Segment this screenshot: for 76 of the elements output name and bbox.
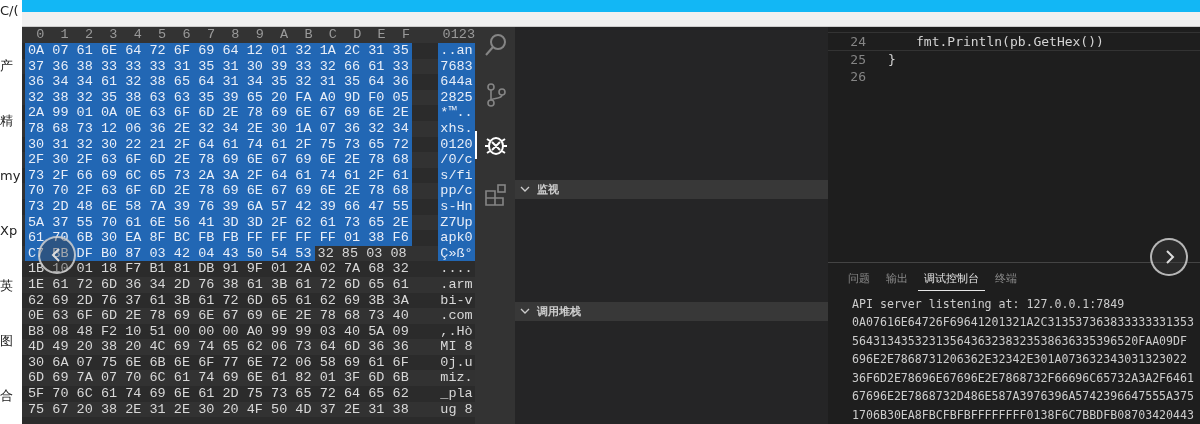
column-header: E [376, 27, 387, 43]
ascii-text: miz. [439, 370, 474, 387]
hex-bytes: 1E 61 72 6D 36 34 2D 76 38 61 3B 61 72 6D 65 61 [27, 276, 410, 293]
hex-bytes: 30 6A 07 75 6E 6B 6E 6F 77 6E 72 06 58 69 61 6F [27, 354, 410, 371]
panel-tab[interactable]: 输出 [880, 270, 914, 291]
console-line: 1706B30EA8FBCFBFBFFFFFFFF0138F6C7BBDFB08703420443 [852, 406, 1196, 424]
hex-bytes: B8 08 48 F2 10 51 00 00 00 A0 99 99 03 40 5A 09 [27, 323, 410, 340]
ascii-text: ..an [438, 43, 475, 59]
hex-bytes: 0A 07 61 6E 64 72 6F 69 64 12 01 32 1A 2C 31 35 [25, 43, 412, 59]
section-header[interactable]: 调用堆栈 [515, 302, 828, 321]
column-header: B [303, 27, 314, 43]
section-header[interactable]: 监视 [515, 180, 828, 199]
cut-off-text: 图 [0, 332, 14, 349]
column-header: 6 [181, 27, 192, 43]
hex-bytes: 75 67 20 38 2E 31 2E 30 20 4F 50 4D 37 2E 31 38 [27, 401, 410, 418]
column-header: 1 [59, 27, 70, 43]
console-line: 0A07616E64726F69641201321A2C313537363833333331353 [852, 314, 1196, 331]
hex-bytes: 2A 99 01 0A 0E 63 6F 6D 2E 78 69 6E 67 69 6E 2E [25, 105, 412, 121]
column-header: 0 [35, 27, 46, 43]
column-header: 9 [254, 27, 265, 43]
ascii-text: /0/c [438, 152, 475, 168]
column-header: A [279, 27, 290, 43]
ascii-text: 0j.u [439, 354, 474, 371]
console-line: 696E2E7868731206362E32342E301A073632343031323022 [852, 351, 1189, 368]
ascii-text: MI 8 [439, 339, 474, 355]
console-line: 36F6D2E78696E67696E2E7868732F66696C65732A3A2F6461 [852, 369, 1196, 387]
hex-bytes: 0E 63 6F 6D 2E 78 69 6E 67 69 6E 2E 78 68 73 40 [27, 308, 410, 324]
cut-off-text: 精 [0, 112, 14, 129]
column-header: 3 [108, 27, 119, 43]
line-number: 26 [849, 68, 866, 85]
cut-off-text: Xp [0, 222, 19, 239]
hex-bytes: 5F 70 6C 61 74 69 6E 61 2D 75 73 65 72 64 65 62 [27, 386, 410, 402]
column-header: 4 [132, 27, 143, 43]
cut-off-text: C/( [0, 2, 20, 19]
ascii-text: apk0 [438, 230, 475, 246]
hex-bytes: 36 34 34 61 32 38 65 64 31 34 35 32 31 35 64 36 [25, 74, 412, 90]
code-line: fmt.Println(pb.GetHex()) [916, 33, 1104, 50]
panel-tab[interactable]: 调试控制台 [918, 270, 985, 291]
column-header: 2 [83, 27, 95, 43]
panel-tab[interactable]: 终端 [989, 270, 1023, 291]
column-header: 7 [205, 27, 216, 43]
ascii-text: .com [439, 308, 474, 324]
column-header: D [352, 27, 363, 43]
ascii-text: 644a [438, 74, 475, 90]
ascii-text: _pla [439, 386, 474, 402]
cut-off-text: my [0, 167, 22, 184]
next-icon[interactable] [1150, 238, 1188, 276]
code-line: } [888, 51, 896, 68]
column-header: F [401, 27, 412, 43]
column-header: 5 [157, 27, 168, 43]
ascii-text: ug 8 [439, 401, 474, 418]
line-number: 24 [849, 33, 866, 50]
hex-bytes: 70 70 2F 63 6F 6D 2E 78 69 6E 67 69 6E 2E 78 68 [25, 183, 412, 199]
ascii-text: pp/c [438, 183, 475, 199]
hex-bytes: 32 85 03 08 [316, 245, 408, 262]
ascii-text: ,.Hò [439, 323, 474, 340]
cut-off-text: 合 [0, 387, 14, 404]
ascii-text: bi-v [439, 292, 474, 309]
console-line: 56431343532313564363238323538636335396520FAA09DF [852, 332, 1189, 350]
ascii-text: *™.. [438, 105, 475, 121]
console-line: 67696E2E7868732D486E587A3976396A5742396647555A375 [852, 388, 1196, 405]
ascii-text: .... [439, 261, 474, 277]
console-line: API server listening at: 127.0.0.1:7849 [852, 295, 1126, 313]
hex-bytes: 2F 30 2F 63 6F 6D 2E 78 69 6E 67 69 6E 2E 78 68 [25, 152, 412, 168]
hex-bytes: 1B 10 01 18 F7 B1 81 DB 91 9F 01 2A 02 7A 68 32 [27, 261, 410, 277]
cut-off-text: 英 [0, 277, 14, 294]
hex-bytes: 6D 69 7A 07 70 6C 61 74 69 6E 61 82 01 3F 6D 6B [27, 370, 410, 387]
hex-bytes: 4D 49 20 38 20 4C 69 74 65 62 06 73 64 6D 36 36 [27, 339, 410, 355]
ascii-text: .arm [439, 276, 474, 293]
column-header: 8 [230, 27, 241, 43]
column-header: C [327, 27, 338, 43]
hex-bytes: 62 69 2D 76 37 61 3B 61 72 6D 65 61 62 69 3B 3A [27, 292, 410, 309]
column-header: 0123 [442, 27, 475, 43]
line-number: 25 [849, 51, 866, 68]
panel-tab[interactable]: 问题 [842, 270, 876, 291]
cut-off-text: 产 [0, 57, 14, 74]
